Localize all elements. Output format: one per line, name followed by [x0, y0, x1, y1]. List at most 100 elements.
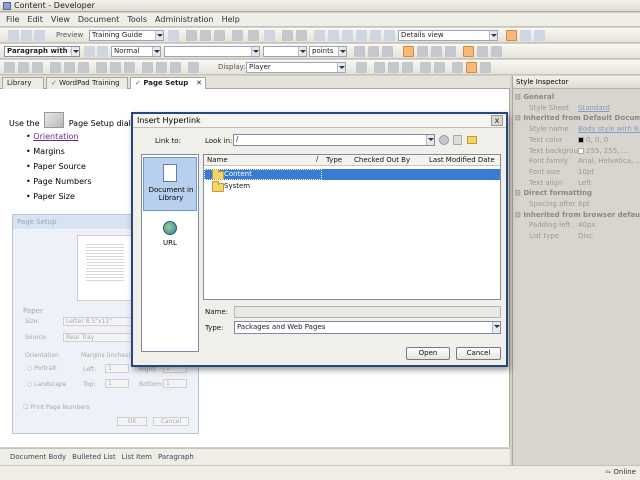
close-tab-icon[interactable]: ✕	[196, 78, 202, 89]
font-color-icon[interactable]	[356, 62, 367, 73]
display-select[interactable]: Player	[246, 62, 346, 73]
tool-icon[interactable]	[64, 62, 75, 73]
grid-icon[interactable]	[168, 30, 179, 41]
paste-icon[interactable]	[214, 30, 225, 41]
copy-icon[interactable]	[200, 30, 211, 41]
list-style-icon[interactable]	[466, 62, 477, 73]
justify-icon[interactable]	[445, 46, 456, 57]
unit-select[interactable]: points	[309, 46, 347, 57]
column-type[interactable]: Type	[326, 156, 342, 164]
column-name[interactable]: Name	[207, 156, 228, 164]
tool-icon[interactable]	[4, 62, 15, 73]
align-left-icon[interactable]	[403, 46, 414, 57]
new-folder-icon[interactable]	[467, 136, 477, 144]
clear-style-icon[interactable]	[97, 46, 108, 57]
menu-document[interactable]: Document	[78, 15, 119, 24]
tool-icon[interactable]	[188, 62, 199, 73]
cut-icon[interactable]	[186, 30, 197, 41]
source-document-in-library[interactable]: Document in Library	[143, 157, 197, 211]
column-checked-out-by[interactable]: Checked Out By	[354, 156, 410, 164]
type-select[interactable]: Packages and Web Pages	[234, 321, 501, 334]
tab-library[interactable]: Library	[2, 77, 44, 89]
redo-icon[interactable]	[296, 30, 307, 41]
publish-icon[interactable]	[34, 30, 45, 41]
check-in-icon[interactable]	[384, 30, 395, 41]
panel-icon[interactable]	[534, 30, 545, 41]
character-style-select[interactable]: Normal	[111, 46, 161, 57]
tool-icon[interactable]	[124, 62, 135, 73]
file-row-content[interactable]: Content	[204, 169, 500, 180]
tool-icon[interactable]	[96, 62, 107, 73]
tool-icon[interactable]	[480, 62, 491, 73]
superscript-icon[interactable]	[388, 62, 399, 73]
symbol-icon[interactable]	[402, 62, 413, 73]
layout-icon[interactable]	[506, 30, 517, 41]
tool-icon[interactable]	[78, 62, 89, 73]
look-in-select[interactable]: /	[233, 134, 435, 146]
size-field: Letter 8.5"x11"	[63, 317, 133, 326]
file-list[interactable]: Name / Type Checked Out By Last Modified…	[203, 154, 501, 300]
collapse-icon[interactable]: ⊟	[515, 189, 521, 197]
breadcrumb-item[interactable]: List Item	[122, 453, 152, 461]
menu-tools[interactable]: Tools	[127, 15, 147, 24]
menu-view[interactable]: View	[51, 15, 70, 24]
column-last-modified[interactable]: Last Modified Date	[429, 156, 495, 164]
up-folder-icon[interactable]	[453, 135, 462, 145]
breadcrumb-item[interactable]: Bulleted List	[72, 453, 115, 461]
collapse-icon[interactable]: ⊟	[515, 114, 521, 122]
split-view-icon[interactable]	[520, 30, 531, 41]
align-right-icon[interactable]	[431, 46, 442, 57]
image-icon[interactable]	[342, 30, 353, 41]
highlight-icon[interactable]	[434, 62, 445, 73]
collapse-icon[interactable]: ⊟	[515, 211, 521, 219]
spell-icon[interactable]	[264, 30, 275, 41]
tool-icon[interactable]	[110, 62, 121, 73]
back-icon[interactable]	[439, 135, 449, 145]
font-family-select[interactable]	[164, 46, 260, 57]
media-icon[interactable]	[356, 30, 367, 41]
save-icon[interactable]	[21, 30, 32, 41]
menu-administration[interactable]: Administration	[155, 15, 214, 24]
menu-edit[interactable]: Edit	[27, 15, 43, 24]
close-icon[interactable]: x	[491, 115, 503, 126]
font-size-select[interactable]	[263, 46, 307, 57]
menu-help[interactable]: Help	[222, 15, 240, 24]
style-icon[interactable]	[84, 46, 95, 57]
view-select[interactable]: Details view	[398, 30, 498, 41]
file-row-system[interactable]: System	[204, 181, 500, 192]
name-input[interactable]	[234, 306, 501, 318]
tool-icon[interactable]	[50, 62, 61, 73]
source-url[interactable]: URL	[143, 217, 197, 261]
paragraph-style-select[interactable]: Paragraph with 8 ...	[4, 46, 80, 57]
insert-icon[interactable]	[314, 30, 325, 41]
subscript-icon[interactable]	[374, 62, 385, 73]
undo-icon[interactable]	[282, 30, 293, 41]
hyperlink-icon[interactable]	[420, 62, 431, 73]
numbered-list-icon[interactable]	[477, 46, 488, 57]
collapse-icon[interactable]: ⊟	[515, 93, 521, 101]
outdent-icon[interactable]	[491, 46, 502, 57]
tool-icon[interactable]	[18, 62, 29, 73]
align-center-icon[interactable]	[417, 46, 428, 57]
bullet-list-icon[interactable]	[463, 46, 474, 57]
bold-icon[interactable]	[354, 46, 365, 57]
open-button[interactable]: Open	[406, 347, 450, 360]
menu-file[interactable]: File	[6, 15, 19, 24]
breadcrumb-item[interactable]: Document Body	[10, 453, 66, 461]
italic-icon[interactable]	[368, 46, 379, 57]
delete-icon[interactable]	[232, 30, 243, 41]
find-icon[interactable]	[248, 30, 259, 41]
link-icon[interactable]	[370, 30, 381, 41]
underline-icon[interactable]	[382, 46, 393, 57]
guide-select[interactable]: Training Guide	[89, 30, 164, 41]
tool-icon[interactable]	[170, 62, 181, 73]
tool-icon[interactable]	[32, 62, 43, 73]
new-icon[interactable]	[8, 30, 19, 41]
tab-wordpad-training[interactable]: ✓ WordPad Training	[46, 77, 128, 89]
breadcrumb-item[interactable]: Paragraph	[158, 453, 194, 461]
table-icon[interactable]	[328, 30, 339, 41]
tool-icon[interactable]	[142, 62, 153, 73]
cancel-button[interactable]: Cancel	[456, 347, 501, 360]
tool-icon[interactable]	[156, 62, 167, 73]
indent-icon[interactable]	[452, 62, 463, 73]
